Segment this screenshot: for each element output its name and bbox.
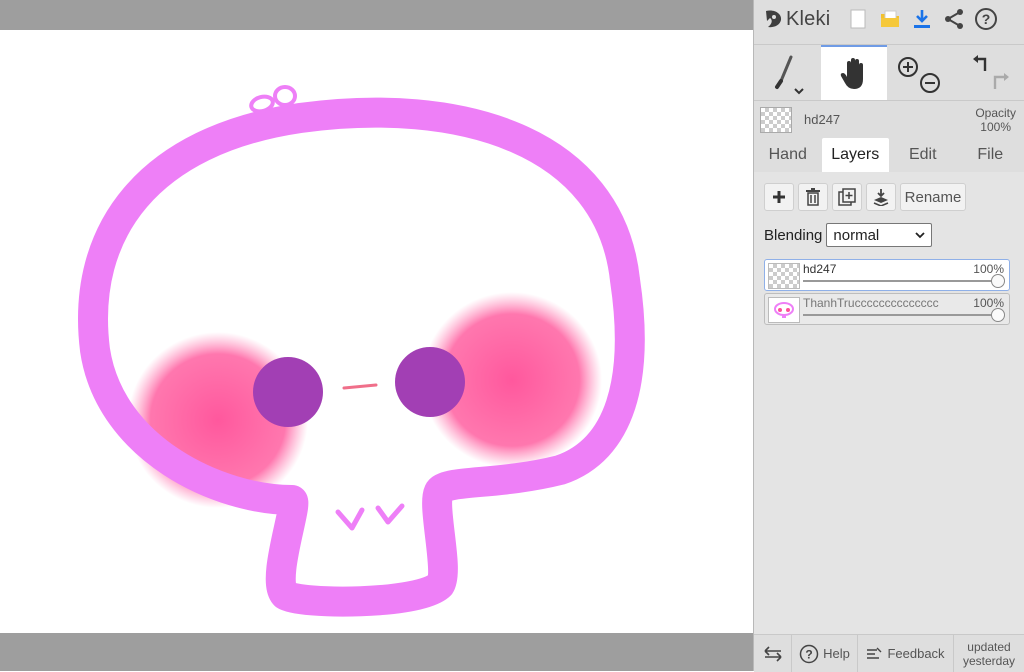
layer-item-hd247[interactable]: hd247 100% <box>764 259 1010 291</box>
help-button[interactable]: ? Help <box>792 635 858 672</box>
merge-down-button[interactable] <box>866 183 896 211</box>
merge-down-icon <box>872 188 890 206</box>
current-layer-info: hd247 Opacity 100% <box>754 100 1024 139</box>
top-toolbar: Kleki ? <box>754 0 1024 38</box>
updated-status[interactable]: updated yesterday <box>954 635 1024 672</box>
svg-text:?: ? <box>982 11 991 27</box>
download-icon[interactable] <box>906 3 938 35</box>
chevron-down-icon <box>915 231 925 239</box>
current-layer-thumbnail <box>760 107 792 133</box>
bottom-bar: ? Help Feedback updated yesterday <box>754 634 1024 672</box>
zoom-in-icon <box>899 58 917 76</box>
layer-thumbnail <box>768 297 800 323</box>
layers-panel: Rename Blending normal hd247 100% <box>754 172 1024 634</box>
updated-line-2: yesterday <box>963 654 1015 668</box>
new-image-icon[interactable] <box>842 3 874 35</box>
skull-drawing <box>0 30 753 633</box>
kleki-logo-icon <box>762 8 784 30</box>
blending-value: normal <box>833 227 879 244</box>
current-layer-opacity[interactable]: Opacity 100% <box>975 106 1016 134</box>
layer-thumbnail <box>768 263 800 289</box>
blending-row: Blending normal <box>764 223 932 247</box>
tab-hand[interactable]: Hand <box>754 138 822 172</box>
tab-layers[interactable]: Layers <box>822 138 890 172</box>
undo-redo-buttons[interactable] <box>955 45 1024 100</box>
redo-icon <box>995 73 1009 89</box>
drawing-canvas[interactable] <box>0 30 753 633</box>
hand-tool-button[interactable] <box>821 45 887 100</box>
tab-file[interactable]: File <box>957 138 1024 172</box>
help-icon[interactable]: ? <box>970 3 1002 35</box>
teeth <box>338 506 402 528</box>
blending-label: Blending <box>764 227 822 244</box>
svg-text:?: ? <box>805 647 812 661</box>
brush-tool-button[interactable] <box>754 45 820 100</box>
opacity-label: Opacity <box>975 106 1016 120</box>
side-panel: Kleki ? <box>753 0 1024 671</box>
logo-text: Kleki <box>786 8 830 31</box>
layer-opacity-track[interactable] <box>803 314 997 316</box>
hand-icon <box>839 57 869 91</box>
canvas-area[interactable] <box>0 0 753 671</box>
layer-name: hd247 <box>803 262 836 276</box>
updated-line-1: updated <box>967 640 1010 654</box>
plus-icon <box>772 190 786 204</box>
duplicate-icon <box>838 188 856 206</box>
swap-side-button[interactable] <box>754 635 792 672</box>
opacity-value: 100% <box>975 120 1016 134</box>
skull-thumbnail-icon <box>769 298 799 322</box>
layer-opacity-slider-knob[interactable] <box>991 274 1005 288</box>
zoom-out-icon <box>921 74 939 92</box>
left-eye <box>253 357 323 427</box>
layer-item-thanhtruc[interactable]: ThanhTrucccccccccccccc 100% <box>764 293 1010 325</box>
trash-icon <box>805 188 821 206</box>
layer-opacity-slider-knob[interactable] <box>991 308 1005 322</box>
kleki-logo[interactable]: Kleki <box>762 8 842 31</box>
layer-name: ThanhTrucccccccccccccc <box>803 296 939 310</box>
current-layer-name: hd247 <box>804 112 840 127</box>
undo-icon <box>973 55 985 71</box>
delete-layer-button[interactable] <box>798 183 828 211</box>
feedback-label: Feedback <box>887 646 944 661</box>
duplicate-layer-button[interactable] <box>832 183 862 211</box>
help-label: Help <box>823 646 850 661</box>
mouth <box>344 385 376 388</box>
panel-tabs: Hand Layers Edit File <box>754 138 1024 172</box>
layer-opacity-track[interactable] <box>803 280 997 282</box>
swap-arrows-icon <box>763 646 783 662</box>
brush-icon <box>767 51 807 95</box>
open-folder-icon[interactable] <box>874 3 906 35</box>
zoom-tool-button[interactable] <box>888 45 954 100</box>
layer-tools: Rename <box>764 183 966 211</box>
blending-select[interactable]: normal <box>826 223 932 247</box>
feedback-icon <box>866 646 882 662</box>
help-circle-icon: ? <box>799 644 819 664</box>
rename-layer-button[interactable]: Rename <box>900 183 966 211</box>
feedback-button[interactable]: Feedback <box>858 635 954 672</box>
tab-edit[interactable]: Edit <box>889 138 957 172</box>
add-layer-button[interactable] <box>764 183 794 211</box>
right-eye <box>395 347 465 417</box>
share-icon[interactable] <box>938 3 970 35</box>
tool-row <box>754 44 1024 100</box>
